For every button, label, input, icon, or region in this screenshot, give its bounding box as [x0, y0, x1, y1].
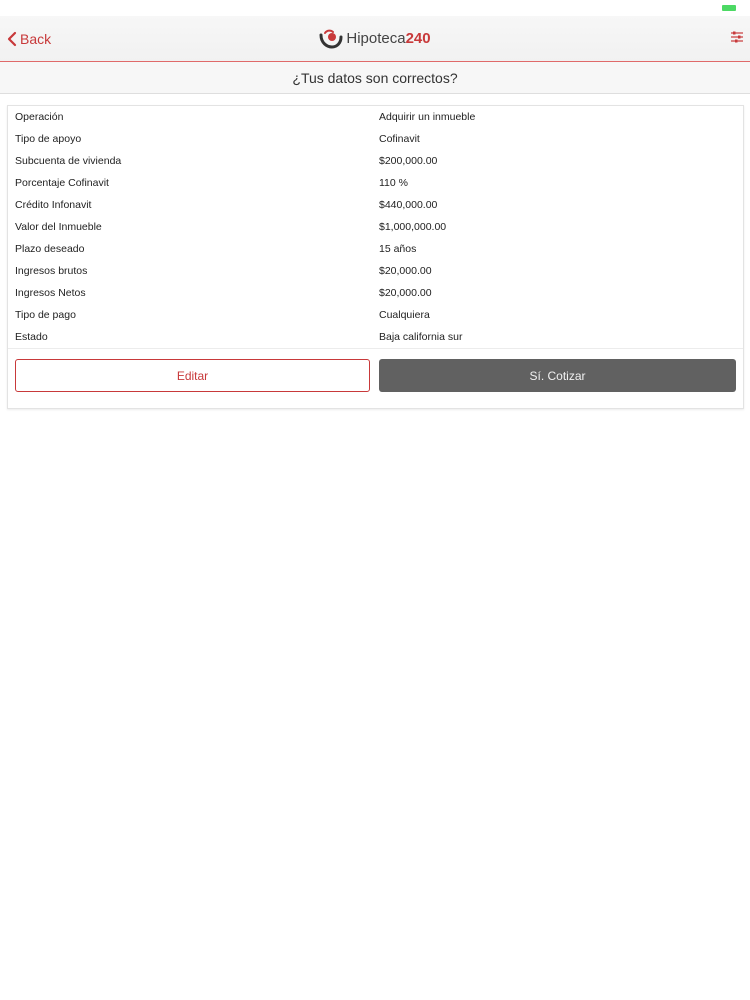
detail-label: Valor del Inmueble: [15, 221, 102, 233]
detail-value: Baja california sur: [379, 331, 463, 343]
logo-icon: [319, 29, 343, 49]
detail-row: Ingresos brutos $20,000.00: [8, 260, 743, 282]
detail-label: Porcentaje Cofinavit: [15, 177, 109, 189]
detail-value: $440,000.00: [379, 199, 438, 211]
detail-label: Tipo de apoyo: [15, 133, 82, 145]
detail-label: Crédito Infonavit: [15, 199, 92, 211]
detail-row: Operación Adquirir un inmueble: [8, 106, 743, 128]
divider: [8, 348, 743, 349]
filter-icon[interactable]: [730, 29, 744, 45]
quote-button[interactable]: Sí. Cotizar: [379, 359, 736, 392]
detail-label: Estado: [15, 331, 48, 343]
page-subtitle: ¿Tus datos son correctos?: [0, 62, 750, 94]
detail-label: Operación: [15, 111, 64, 123]
detail-row: Plazo deseado 15 años: [8, 238, 743, 260]
edit-button[interactable]: Editar: [15, 359, 370, 392]
brand-number: 240: [405, 30, 431, 47]
detail-value: Cofinavit: [379, 133, 420, 145]
summary-card: Operación Adquirir un inmueble Tipo de apo…: [7, 105, 744, 409]
detail-value: 15 años: [379, 243, 417, 255]
brand-name: Hipoteca: [346, 30, 406, 47]
brand-logo: Hipoteca 240: [0, 16, 750, 61]
detail-value: $200,000.00: [379, 155, 438, 167]
navigation-bar: Back Hipoteca 240: [0, 16, 750, 62]
detail-value: $20,000.00: [379, 265, 432, 277]
detail-value: 110 %: [379, 177, 408, 189]
status-bar: [0, 0, 750, 16]
detail-row: Tipo de apoyo Cofinavit: [8, 128, 743, 150]
detail-row: Valor del Inmueble $1,000,000.00: [8, 216, 743, 238]
detail-row: Ingresos Netos $20,000.00: [8, 282, 743, 304]
detail-row: Crédito Infonavit $440,000.00: [8, 194, 743, 216]
chevron-left-icon: [7, 31, 17, 46]
battery-icon: [722, 5, 736, 11]
detail-value: $1,000,000.00: [379, 221, 447, 233]
detail-label: Tipo de pago: [15, 309, 76, 321]
detail-label: Ingresos brutos: [15, 265, 88, 277]
detail-row: Porcentaje Cofinavit 110 %: [8, 172, 743, 194]
details-list: Operación Adquirir un inmueble Tipo de apo…: [8, 106, 743, 348]
edit-button-label: Editar: [176, 368, 209, 383]
quote-button-label: Sí. Cotizar: [529, 368, 586, 383]
detail-label: Ingresos Netos: [15, 287, 86, 299]
detail-label: Subcuenta de vivienda: [15, 155, 122, 167]
detail-value: Cualquiera: [379, 309, 430, 321]
detail-value: $20,000.00: [379, 287, 432, 299]
detail-row: Estado Baja california sur: [8, 326, 743, 348]
detail-label: Plazo deseado: [15, 243, 85, 255]
detail-row: Tipo de pago Cualquiera: [8, 304, 743, 326]
back-button[interactable]: Back: [6, 16, 51, 61]
detail-value: Adquirir un inmueble: [379, 111, 476, 123]
confirm-question: ¿Tus datos son correctos?: [292, 69, 458, 86]
detail-row: Subcuenta de vivienda $200,000.00: [8, 150, 743, 172]
back-label: Back: [20, 30, 52, 47]
